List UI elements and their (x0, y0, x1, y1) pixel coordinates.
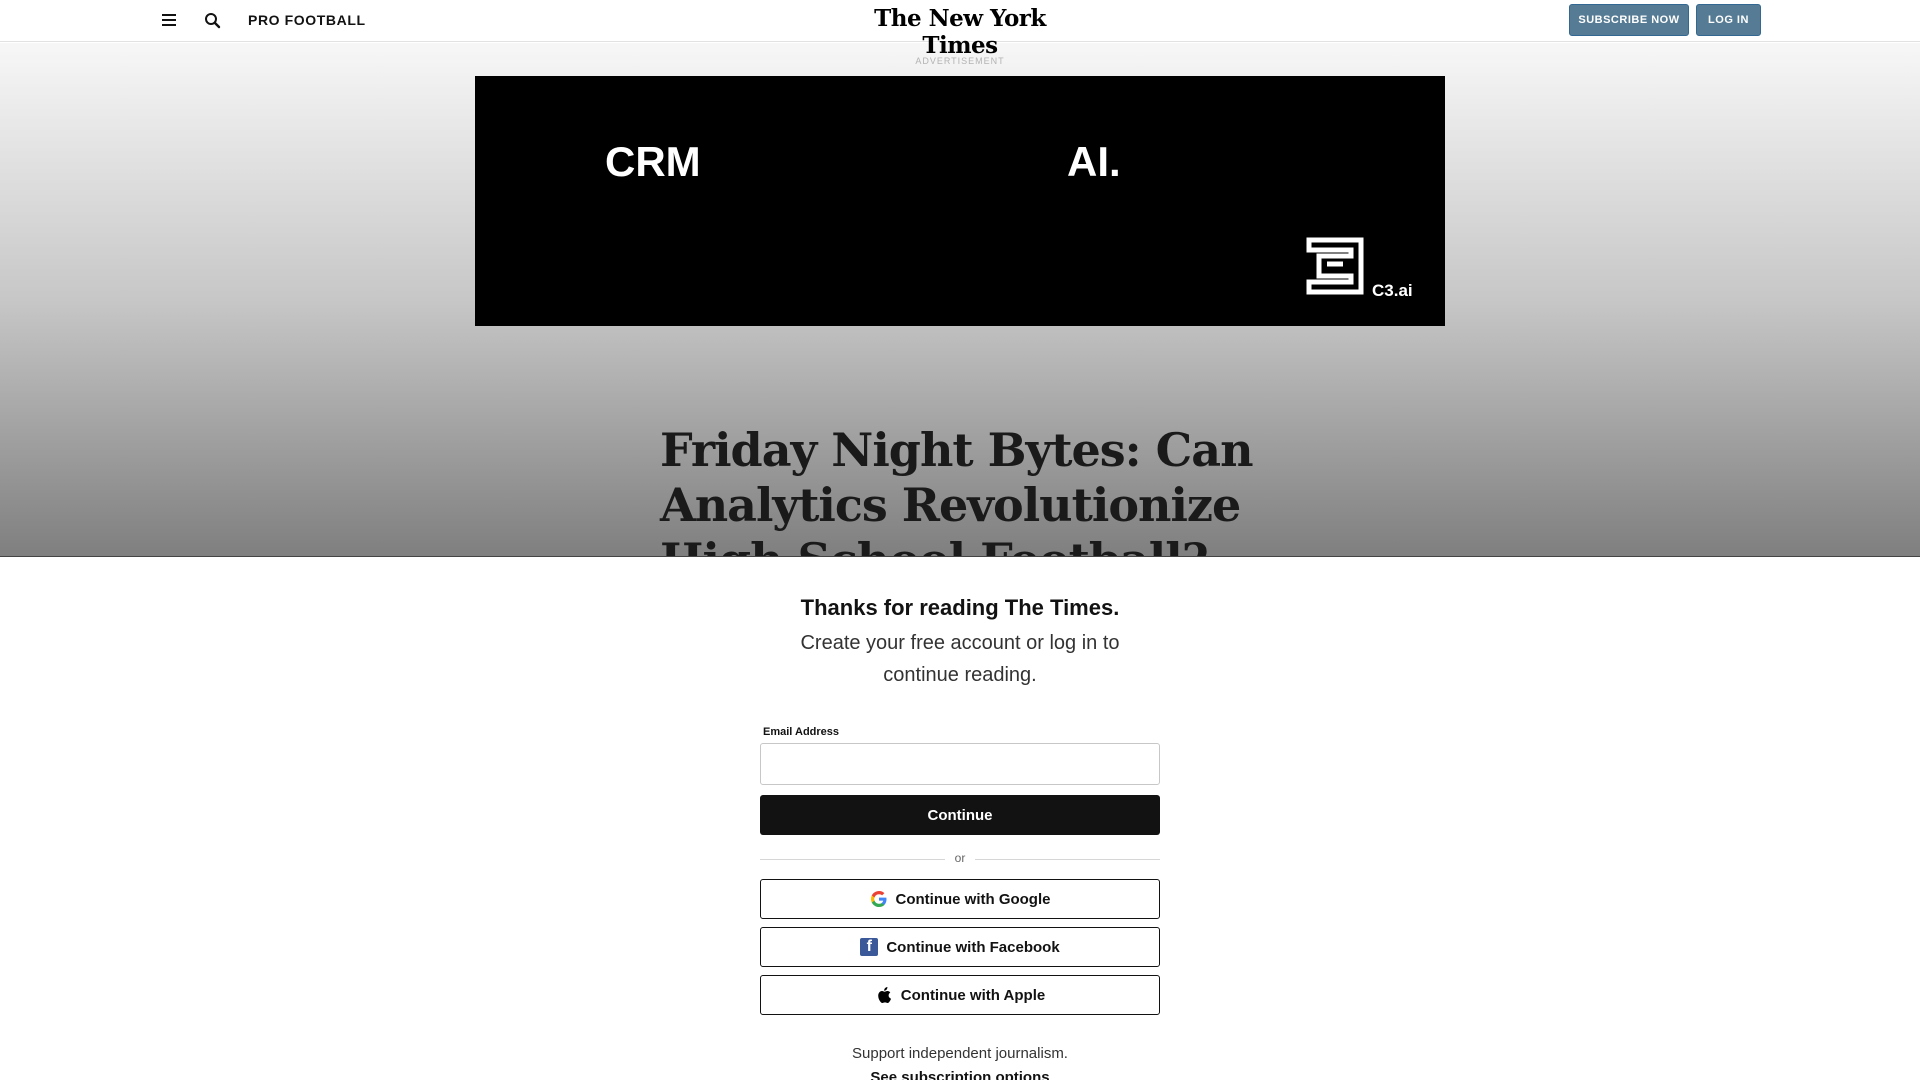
continue-with-facebook-button[interactable]: f Continue with Facebook (760, 927, 1160, 967)
registration-wall-panel: Thanks for reading The Times. Create you… (0, 556, 1920, 1080)
email-field[interactable] (760, 743, 1160, 785)
or-divider: or (760, 849, 1160, 869)
see-subscription-options-link[interactable]: See subscription options (0, 1069, 1920, 1080)
ad-text-ai: AI. (1067, 138, 1121, 185)
continue-with-google-button[interactable]: Continue with Google (760, 879, 1160, 919)
continue-with-apple-button[interactable]: Continue with Apple (760, 975, 1160, 1015)
nyt-logo[interactable]: The New York Times (860, 5, 1060, 59)
hamburger-menu-icon[interactable] (160, 12, 178, 30)
article-background: ADVERTISEMENT CRM AI. C3.ai Friday Night… (0, 43, 1920, 556)
log-in-button[interactable]: LOG IN (1696, 4, 1761, 36)
panel-title: Thanks for reading The Times. (800, 595, 1120, 620)
facebook-button-label: Continue with Facebook (886, 938, 1060, 956)
article-headline: Friday Night Bytes: Can Analytics Revolu… (660, 423, 1254, 556)
ad-brand-name: C3.ai (1372, 281, 1413, 300)
support-journalism-text: Support independent journalism. (852, 1045, 1068, 1062)
advertisement-banner[interactable]: CRM AI. C3.ai (475, 76, 1445, 326)
google-icon (870, 890, 888, 908)
subscribe-now-button[interactable]: SUBSCRIBE NOW (1569, 4, 1689, 36)
search-icon[interactable] (202, 10, 224, 32)
panel-subtitle: Create your free account or log in to co… (800, 632, 1120, 686)
apple-icon (875, 986, 893, 1004)
top-navigation-bar: PRO FOOTBALL The New York Times SUBSCRIB… (0, 0, 1920, 59)
apple-button-label: Continue with Apple (900, 986, 1046, 1004)
email-label: Email Address (763, 726, 840, 738)
facebook-icon: f (860, 938, 879, 956)
section-link-pro-football[interactable]: PRO FOOTBALL (248, 12, 366, 28)
divider-text: or (954, 851, 966, 865)
c3-logo-icon (1305, 236, 1365, 296)
ad-text-crm: CRM (605, 138, 701, 185)
google-button-label: Continue with Google (895, 890, 1051, 908)
continue-button[interactable]: Continue (760, 795, 1160, 835)
